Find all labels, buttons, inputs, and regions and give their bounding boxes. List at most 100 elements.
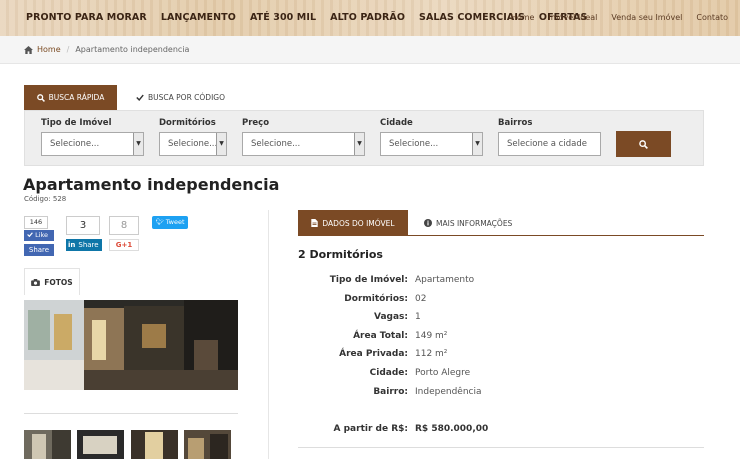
nav-link-contato[interactable]: Contato: [696, 13, 728, 22]
spec-row: Vagas: 1: [298, 312, 598, 324]
field-bairros: Bairros Selecione a cidade: [498, 118, 601, 156]
property-code: Código: 528: [24, 195, 67, 203]
nav-link-home[interactable]: Home: [511, 13, 535, 22]
divider: [298, 447, 704, 448]
thumbnail-image: [184, 430, 231, 459]
select-cidade-value: Selecione...: [389, 139, 439, 149]
tab-busca-rapida-label: BUSCA RÁPIDA: [48, 93, 105, 102]
document-icon: [311, 219, 319, 227]
photo-thumbnail[interactable]: [184, 430, 231, 459]
spec-row: Tipo de Imóvel: Apartamento: [298, 275, 598, 287]
dropdown-arrow-icon: ▼: [354, 133, 364, 155]
tab-busca-por-codigo[interactable]: BUSCA POR CÓDIGO: [128, 85, 233, 110]
tab-underline: [298, 235, 704, 236]
breadcrumb-separator: /: [66, 45, 70, 54]
tab-mais-informacoes[interactable]: MAIS INFORMAÇÕES: [418, 210, 518, 236]
dropdown-arrow-icon: ▼: [472, 133, 482, 155]
spec-label: Área Total:: [353, 331, 408, 341]
spec-value: Apartamento: [415, 275, 475, 285]
tab-fotos[interactable]: FOTOS: [24, 268, 80, 295]
field-tipo-imovel: Tipo de Imóvel Selecione... ▼: [41, 118, 144, 156]
home-icon: [24, 45, 33, 54]
spec-row: Dormitórios: 02: [298, 294, 598, 306]
googleplus-count: 8: [109, 216, 139, 235]
input-bairros[interactable]: Selecione a cidade: [498, 132, 601, 156]
nav-item-ate-300-mil[interactable]: ATÉ 300 MIL: [250, 12, 316, 23]
check-icon: [136, 94, 144, 101]
nav-item-alto-padrao[interactable]: ALTO PADRÃO: [330, 12, 405, 23]
linkedin-icon: in: [68, 241, 76, 249]
spec-label: Vagas:: [373, 312, 408, 322]
spec-value: 112 m²: [415, 349, 448, 359]
spec-label: Cidade:: [369, 368, 408, 378]
photo-thumbnail[interactable]: [77, 430, 124, 459]
facebook-like-button[interactable]: Like: [24, 230, 54, 241]
search-icon: [639, 139, 648, 149]
field-dormitorios: Dormitórios Selecione... ▼: [159, 118, 227, 156]
spec-row: Área Privada: 112 m²: [298, 349, 598, 361]
tweet-button[interactable]: 🐦︎ Tweet: [152, 216, 188, 229]
property-title: Apartamento independencia: [23, 175, 280, 194]
label-cidade: Cidade: [380, 118, 413, 128]
spec-value: 1: [415, 312, 421, 322]
tab-dados-label: DADOS DO IMÓVEL: [322, 218, 395, 228]
select-dormitorios-value: Selecione...: [168, 139, 218, 149]
tab-mais-label: MAIS INFORMAÇÕES: [436, 218, 513, 228]
nav-item-pronto-para-morar[interactable]: PRONTO PARA MORAR: [26, 12, 147, 23]
nav-link-imovel-ideal[interactable]: Imóvel Ideal: [548, 13, 597, 22]
spec-row: Área Total: 149 m²: [298, 331, 598, 343]
check-icon: [27, 232, 33, 238]
spec-value: 02: [415, 294, 427, 304]
spec-value: Porto Alegre: [415, 368, 471, 378]
divider: [24, 413, 238, 414]
label-preco: Preço: [242, 118, 270, 128]
spec-label: Bairro:: [373, 387, 408, 397]
linkedin-count: 3: [66, 216, 100, 235]
dropdown-arrow-icon: ▼: [133, 133, 143, 155]
spec-label: Tipo de Imóvel:: [329, 275, 408, 285]
price-value: R$ 580.000,00: [415, 424, 489, 434]
linkedin-share-label: Share: [78, 241, 99, 249]
search-icon: [36, 93, 45, 102]
dropdown-arrow-icon: ▼: [216, 133, 226, 155]
breadcrumb-bar: Home / Apartamento independencia: [0, 36, 740, 64]
tab-fotos-label: FOTOS: [44, 277, 73, 287]
tab-dados-do-imovel[interactable]: DADOS DO IMÓVEL: [298, 210, 408, 236]
breadcrumb-home-link[interactable]: Home: [37, 45, 61, 54]
select-dormitorios[interactable]: Selecione... ▼: [159, 132, 227, 156]
dormitorios-heading: 2 Dormitórios: [298, 248, 383, 261]
facebook-widget: 146 Like Share: [24, 216, 54, 256]
price-label: A partir de R$:: [333, 424, 408, 434]
search-submit-button[interactable]: [616, 131, 671, 157]
facebook-share-button[interactable]: Share: [24, 244, 54, 256]
label-dormitorios: Dormitórios: [159, 118, 216, 128]
spec-label: Área Privada:: [339, 349, 408, 359]
googleplus-button[interactable]: G+1: [109, 239, 139, 251]
spec-value: Independência: [415, 387, 482, 397]
select-cidade[interactable]: Selecione... ▼: [380, 132, 483, 156]
search-panel: Tipo de Imóvel Selecione... ▼ Dormitório…: [24, 110, 704, 166]
thumbnail-image: [77, 430, 124, 459]
column-divider: [268, 210, 269, 459]
twitter-bird-icon: 🐦︎: [155, 218, 164, 226]
main-photo[interactable]: [24, 300, 238, 390]
breadcrumb-current: Apartamento independencia: [75, 45, 190, 54]
googleplus-widget: 8 G+1: [109, 216, 139, 251]
select-tipo-imovel-value: Selecione...: [50, 139, 100, 149]
nav-link-venda-seu-imovel[interactable]: Venda seu Imóvel: [611, 13, 682, 22]
thumbnail-image: [131, 430, 178, 459]
breadcrumb: Home / Apartamento independencia: [24, 45, 189, 54]
twitter-widget: 🐦︎ Tweet: [152, 216, 188, 229]
label-tipo-imovel: Tipo de Imóvel: [41, 118, 112, 128]
photo-thumbnail[interactable]: [131, 430, 178, 459]
spec-row: Bairro: Independência: [298, 387, 598, 399]
tab-busca-rapida[interactable]: BUSCA RÁPIDA: [24, 85, 117, 110]
select-tipo-imovel[interactable]: Selecione... ▼: [41, 132, 144, 156]
photo-thumbnail[interactable]: [24, 430, 71, 459]
apartment-interior-photo: [24, 300, 238, 390]
nav-item-lancamento[interactable]: LANÇAMENTO: [161, 12, 236, 23]
select-preco[interactable]: Selecione... ▼: [242, 132, 365, 156]
info-icon: [424, 219, 432, 227]
linkedin-share-button[interactable]: in Share: [66, 239, 102, 251]
price-row: A partir de R$: R$ 580.000,00: [298, 424, 598, 436]
